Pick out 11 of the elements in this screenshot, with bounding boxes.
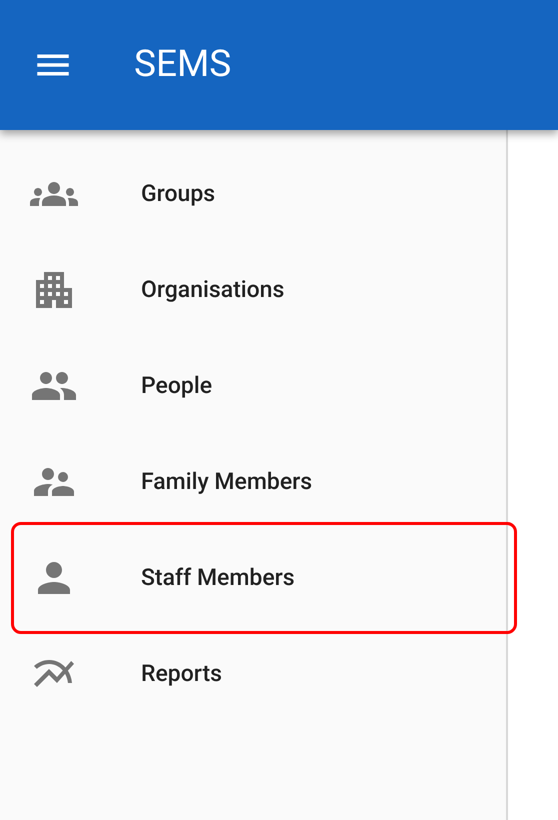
nav-label: People bbox=[141, 370, 212, 401]
nav-label: Groups bbox=[141, 178, 216, 209]
nav-label: Reports bbox=[141, 658, 222, 689]
app-title: SEMS bbox=[134, 42, 232, 88]
nav-item[interactable]: Groups bbox=[11, 146, 517, 242]
nav-item[interactable]: People bbox=[11, 338, 517, 434]
nav-label: Organisations bbox=[141, 274, 284, 305]
nav-label: Family Members bbox=[141, 466, 312, 497]
nav-item[interactable]: Staff Members bbox=[11, 522, 517, 634]
nav-label: Staff Members bbox=[141, 562, 295, 593]
nav-item[interactable]: Organisations bbox=[11, 242, 517, 338]
